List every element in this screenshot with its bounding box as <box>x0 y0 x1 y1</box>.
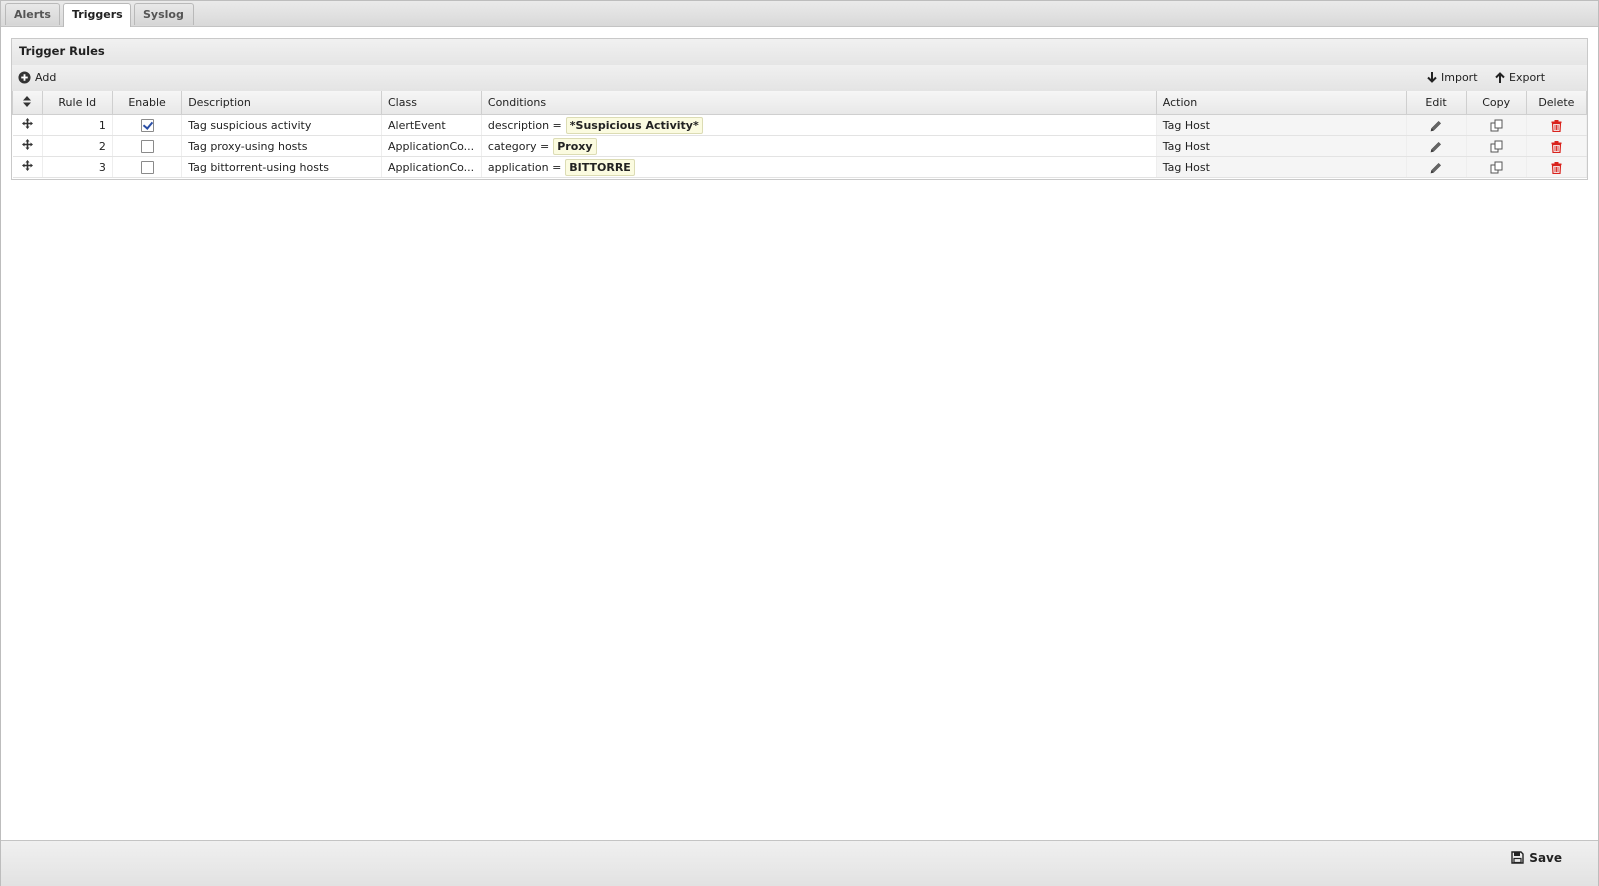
tab-alerts-label: Alerts <box>14 8 51 21</box>
description-cell: Tag bittorrent-using hosts <box>181 156 382 178</box>
drag-handle[interactable] <box>12 114 43 136</box>
condition-value: Proxy <box>553 137 597 155</box>
column-header-reorder[interactable] <box>12 91 43 115</box>
save-button[interactable]: Save <box>1511 849 1562 867</box>
delete-cell <box>1526 135 1588 157</box>
conditions-cell: description = *Suspicious Activity* <box>481 114 1157 136</box>
rule-id-cell: 2 <box>42 135 113 157</box>
table-row[interactable]: 3 Tag bittorrent-using hosts Application… <box>12 156 1588 178</box>
tab-alerts[interactable]: Alerts <box>5 3 60 25</box>
column-header-rule-id[interactable]: Rule Id <box>41 91 113 115</box>
drag-handle[interactable] <box>12 135 43 157</box>
trash-icon[interactable] <box>1551 119 1562 132</box>
pencil-icon[interactable] <box>1430 162 1442 174</box>
add-button[interactable]: Add <box>18 65 56 91</box>
enable-checkbox[interactable] <box>140 118 154 132</box>
move-icon <box>21 139 33 150</box>
copy-cell <box>1466 135 1527 157</box>
copy-cell <box>1466 156 1527 178</box>
add-button-label: Add <box>35 71 57 84</box>
pencil-icon[interactable] <box>1430 120 1442 132</box>
arrow-down-icon <box>1427 71 1437 83</box>
copy-icon[interactable] <box>1490 161 1503 174</box>
column-header-enable[interactable]: Enable <box>111 91 183 115</box>
table-row[interactable]: 2 Tag proxy-using hosts ApplicationCo...… <box>12 135 1588 157</box>
rule-id-cell: 1 <box>42 114 113 136</box>
tab-triggers-label: Triggers <box>72 8 123 21</box>
move-icon <box>21 160 33 171</box>
floppy-disk-icon <box>1511 851 1524 864</box>
rule-id-cell: 3 <box>42 156 113 178</box>
sort-icon <box>23 95 32 107</box>
delete-cell <box>1526 114 1588 136</box>
tab-syslog[interactable]: Syslog <box>134 3 194 25</box>
condition-field: application = <box>487 160 562 174</box>
edit-cell <box>1406 114 1467 136</box>
condition-value: BITTORRE <box>565 158 635 176</box>
action-cell: Tag Host <box>1156 156 1407 178</box>
trash-icon[interactable] <box>1551 161 1562 174</box>
tab-bar: Alerts Triggers Syslog <box>1 1 1598 27</box>
drag-handle[interactable] <box>12 156 43 178</box>
conditions-cell: application = BITTORRE <box>481 156 1157 178</box>
import-button-label: Import <box>1441 71 1478 84</box>
edit-cell <box>1406 135 1467 157</box>
column-header-edit: Edit <box>1405 91 1467 115</box>
delete-cell <box>1526 156 1588 178</box>
class-cell: ApplicationCo... <box>381 135 482 157</box>
tab-triggers[interactable]: Triggers <box>63 3 131 27</box>
import-button[interactable]: Import <box>1427 65 1478 91</box>
column-header-action[interactable]: Action <box>1155 91 1407 115</box>
enable-cell <box>112 156 183 178</box>
grid-toolbar: Add Import Export <box>12 65 1587 92</box>
condition-field: category = <box>487 139 550 153</box>
arrow-up-icon <box>1495 71 1505 83</box>
class-cell: AlertEvent <box>381 114 482 136</box>
action-cell: Tag Host <box>1156 135 1407 157</box>
description-cell: Tag proxy-using hosts <box>181 135 382 157</box>
condition-value: *Suspicious Activity* <box>565 116 703 134</box>
enable-cell <box>112 135 183 157</box>
save-button-label: Save <box>1529 851 1562 865</box>
column-header-conditions[interactable]: Conditions <box>480 91 1157 115</box>
edit-cell <box>1406 156 1467 178</box>
conditions-cell: category = Proxy <box>481 135 1157 157</box>
enable-checkbox[interactable] <box>140 160 154 174</box>
copy-cell <box>1466 114 1527 136</box>
column-header-delete: Delete <box>1525 91 1588 115</box>
condition-field: description = <box>487 118 562 132</box>
table-header-row: Rule Id Enable Description Class Conditi… <box>12 91 1588 115</box>
trigger-rules-panel: Trigger Rules Add Import Export Rule Id … <box>11 38 1588 180</box>
class-cell: ApplicationCo... <box>381 156 482 178</box>
tab-syslog-label: Syslog <box>143 8 184 21</box>
export-button[interactable]: Export <box>1495 65 1545 91</box>
description-cell: Tag suspicious activity <box>181 114 382 136</box>
export-button-label: Export <box>1509 71 1546 84</box>
column-header-description[interactable]: Description <box>181 91 382 115</box>
column-header-copy: Copy <box>1465 91 1527 115</box>
plus-circle-icon <box>18 70 31 84</box>
panel-title: Trigger Rules <box>12 39 1587 66</box>
action-cell: Tag Host <box>1156 114 1407 136</box>
trash-icon[interactable] <box>1551 140 1562 153</box>
move-icon <box>21 118 33 129</box>
copy-icon[interactable] <box>1490 140 1503 153</box>
column-header-class[interactable]: Class <box>381 91 482 115</box>
footer-bar: Save <box>1 840 1598 886</box>
copy-icon[interactable] <box>1490 119 1503 132</box>
table-row[interactable]: 1 Tag suspicious activity AlertEvent des… <box>12 114 1588 136</box>
enable-cell <box>112 114 183 136</box>
pencil-icon[interactable] <box>1430 141 1442 153</box>
rules-table: Rule Id Enable Description Class Conditi… <box>12 91 1588 178</box>
enable-checkbox[interactable] <box>140 139 154 153</box>
